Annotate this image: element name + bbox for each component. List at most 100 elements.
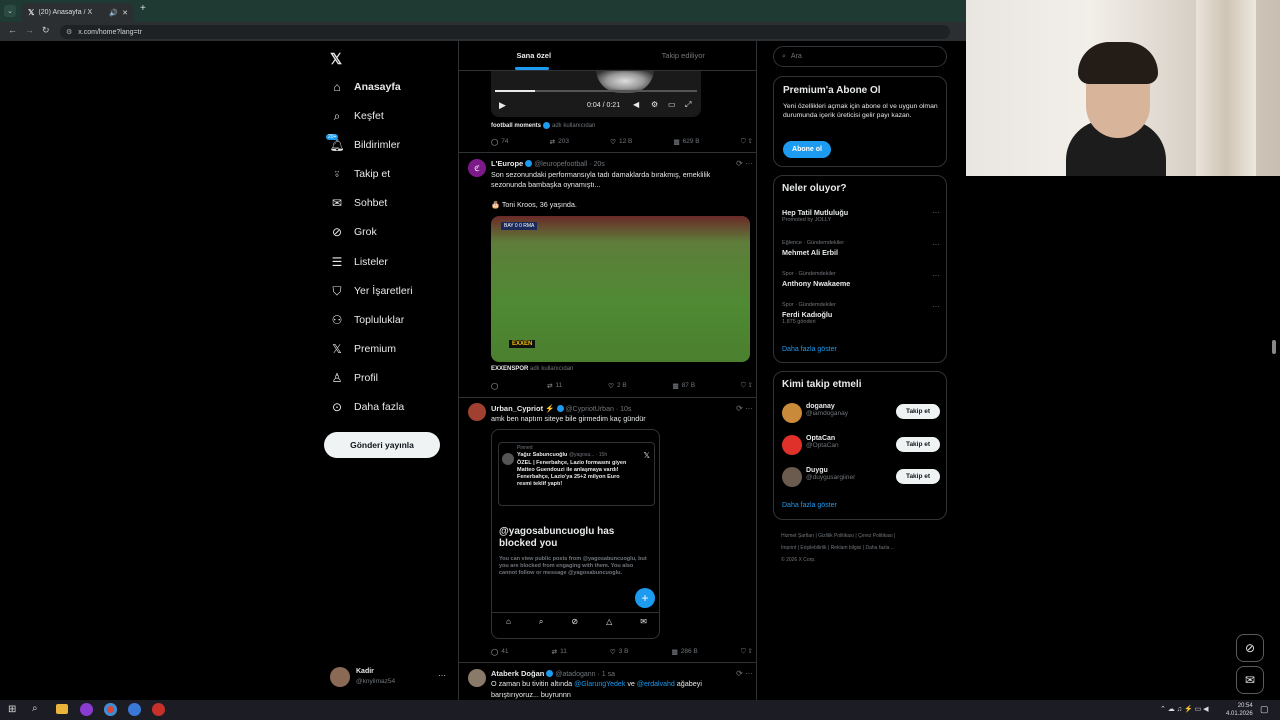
url-bar[interactable]: ⚙ x.com/home?lang=tr [60,25,950,39]
back-icon[interactable]: ← [8,25,17,35]
footer-links: Hizmet Şartları | Gizlilik Politikası | … [781,533,896,563]
author-name[interactable]: Urban_Cypriot ⚡ [491,404,555,413]
like-button[interactable]: ♡ 3 B [610,647,629,656]
x-logo-icon: 𝕏 [643,451,650,460]
sidebar-item-follow[interactable]: ⍤ Takip et [330,164,390,184]
avatar[interactable] [782,403,802,423]
reload-icon[interactable]: ↻ [42,25,50,36]
tab-following[interactable]: Takip ediliyor [609,41,757,70]
app-icon[interactable] [80,703,93,716]
clock[interactable]: 20:54 4.01.2026 [1226,702,1253,718]
sidebar-item-lists[interactable]: ☰ Listeler [330,252,388,272]
author-name[interactable]: L'Europe [491,159,523,168]
bookmark-icon[interactable]: ⛉ ⇪ [741,381,753,390]
sidebar-item-explore[interactable]: ⌕ Keşfet [330,106,384,126]
file-explorer-icon[interactable] [56,704,68,714]
more-dots-icon[interactable]: ⟳ ··· [736,159,753,168]
reply-button[interactable]: ◯ [491,381,501,390]
search-icon[interactable]: ⌕ [32,703,38,714]
suggestion-user[interactable]: doganay @iamdoganay [806,403,848,417]
follow-button[interactable]: Takip et [896,404,940,419]
more-dots-icon[interactable]: ⟳ ··· [736,669,753,678]
premium-title: Premium'a Abone Ol [783,85,881,96]
sidebar-item-bookmarks[interactable]: ⛉ Yer İşaretleri [330,281,412,301]
grok-icon[interactable]: ⊘ [1236,634,1264,662]
play-icon[interactable]: ▶ [499,100,506,111]
avatar[interactable] [782,467,802,487]
bookmark-icon[interactable]: ⛉ ⇪ [741,137,753,146]
sidebar-item-notifications[interactable]: 🔔︎ 20+ Bildirimler [326,134,400,155]
avatar[interactable] [468,669,486,687]
trend-item[interactable]: Hep Tatil Mutluluğu Promoted by JOLLY ··… [782,208,940,223]
chrome-icon[interactable] [104,703,117,716]
inner-post: Pinned Yağız Sabuncuoğlu @yagosa... · 15… [498,442,655,506]
trend-item[interactable]: Spor · Gündemdekiler Ferdi Kadıoğlu 1.87… [782,302,940,325]
notification-icon[interactable]: ▢ [1260,704,1269,715]
views-button[interactable]: ▥ 629 B [674,137,700,146]
windows-start-icon[interactable]: ⊞ [8,704,16,715]
tray-icons[interactable]: ⌃ ☁ ♫ ⚡ ▭ ◀︎ [1160,705,1209,713]
like-button[interactable]: ♡ 12 B [610,137,632,146]
pip-icon[interactable]: ▭ [668,100,676,109]
trend-item[interactable]: Eğlence · Gündemdekiler Mehmet Ali Erbil… [782,240,940,257]
suggestion-user[interactable]: Duygu @duygusargiiner [806,467,855,481]
app-icon[interactable] [128,703,141,716]
settings-icon[interactable]: ⚙ [651,100,658,109]
views-button[interactable]: ▥ 87 B [673,381,696,390]
tab-for-you[interactable]: Sana özel [459,41,609,70]
avatar[interactable] [468,403,486,421]
post-button[interactable]: Gönderi yayınla [324,432,440,458]
subscribe-button[interactable]: Abone ol [783,141,831,158]
scrollbar-thumb[interactable] [1272,340,1276,354]
post-screenshot-image[interactable]: Pinned Yağız Sabuncuoğlu @yagosa... · 15… [491,429,660,639]
avatar[interactable] [782,435,802,455]
video-progress[interactable] [495,90,697,92]
views-button[interactable]: ▥ 286 B [672,647,698,656]
show-more-link[interactable]: Daha fazla göster [782,346,837,353]
app-icon[interactable] [152,703,165,716]
search-input[interactable]: ⌕ Ara [773,46,947,67]
site-info-icon[interactable]: ⚙ [66,28,72,36]
follow-button[interactable]: Takip et [896,437,940,452]
mail-icon: ✉ [331,196,343,210]
reply-button[interactable]: ◯ 74 [491,137,509,146]
x-logo-icon[interactable]: 𝕏 [330,50,342,68]
show-more-link[interactable]: Daha fazla göster [782,502,837,509]
forward-icon[interactable]: → [25,25,34,35]
sidebar-item-profile[interactable]: ♙ Profil [330,368,378,388]
close-tab-icon[interactable]: ✕ [122,9,128,17]
repost-button[interactable]: ⇄ 203 [550,137,569,146]
author-handle: @CypriotUrban · 10s [565,406,632,413]
repost-button[interactable]: ⇄ 11 [552,647,567,656]
author-name[interactable]: Ataberk Doğan [491,669,544,678]
browser-tab-strip: ⌄ 𝕏 (20) Anasayfa / X 🔊 ✕ + [0,0,966,22]
reply-button[interactable]: ◯ 41 [491,647,509,656]
suggestion-user[interactable]: OptaCan @OptaCan [806,435,839,449]
fullscreen-icon[interactable]: ⤢ [685,100,691,110]
sidebar-item-communities[interactable]: ⚇ Topluluklar [330,310,405,330]
tab-list-icon[interactable]: ⌄ [4,5,16,17]
account-switcher[interactable]: Kadir @knyilmaz54 ··· [330,667,460,689]
reply-icon: ◯ [491,138,499,146]
more-dots-icon[interactable]: ⟳ ··· [736,404,753,413]
new-tab-icon[interactable]: + [140,3,146,14]
bookmark-icon[interactable]: ⛉ ⇪ [741,647,753,656]
sidebar-item-home[interactable]: ⌂ Anasayfa [330,77,400,97]
repost-button[interactable]: ⇄ 11 [547,381,562,390]
post-video[interactable]: BAY 0 0 RMA EXXEN [491,216,750,362]
like-button[interactable]: ♡ 2 B [608,381,627,390]
sidebar-item-grok[interactable]: ⊘ Grok [330,222,377,242]
video-player[interactable]: ▶ 0:04 / 0:21 ◀︎ ⚙ ▭ ⤢ [491,69,701,117]
sidebar-item-more[interactable]: ⊙ Daha fazla [330,397,404,417]
follow-button[interactable]: Takip et [896,469,940,484]
views-icon: ▥ [671,648,678,656]
browser-tab[interactable]: 𝕏 (20) Anasayfa / X 🔊 ✕ [22,3,134,22]
sidebar-item-premium[interactable]: 𝕏 Premium [330,339,396,359]
post-actions: ◯ 74 ⇄ 203 ♡ 12 B ▥ 629 B ⛉ ⇪ [491,137,753,146]
avatar[interactable]: ℭ [468,159,486,177]
volume-icon[interactable]: ◀︎ [633,100,639,109]
trend-item[interactable]: Spor · Gündemdekiler Anthony Nwakaeme ··… [782,271,940,288]
messages-icon[interactable]: ✉ [1236,666,1264,694]
speaker-icon[interactable]: 🔊 [109,9,118,17]
sidebar-item-chat[interactable]: ✉ Sohbet [330,193,387,213]
